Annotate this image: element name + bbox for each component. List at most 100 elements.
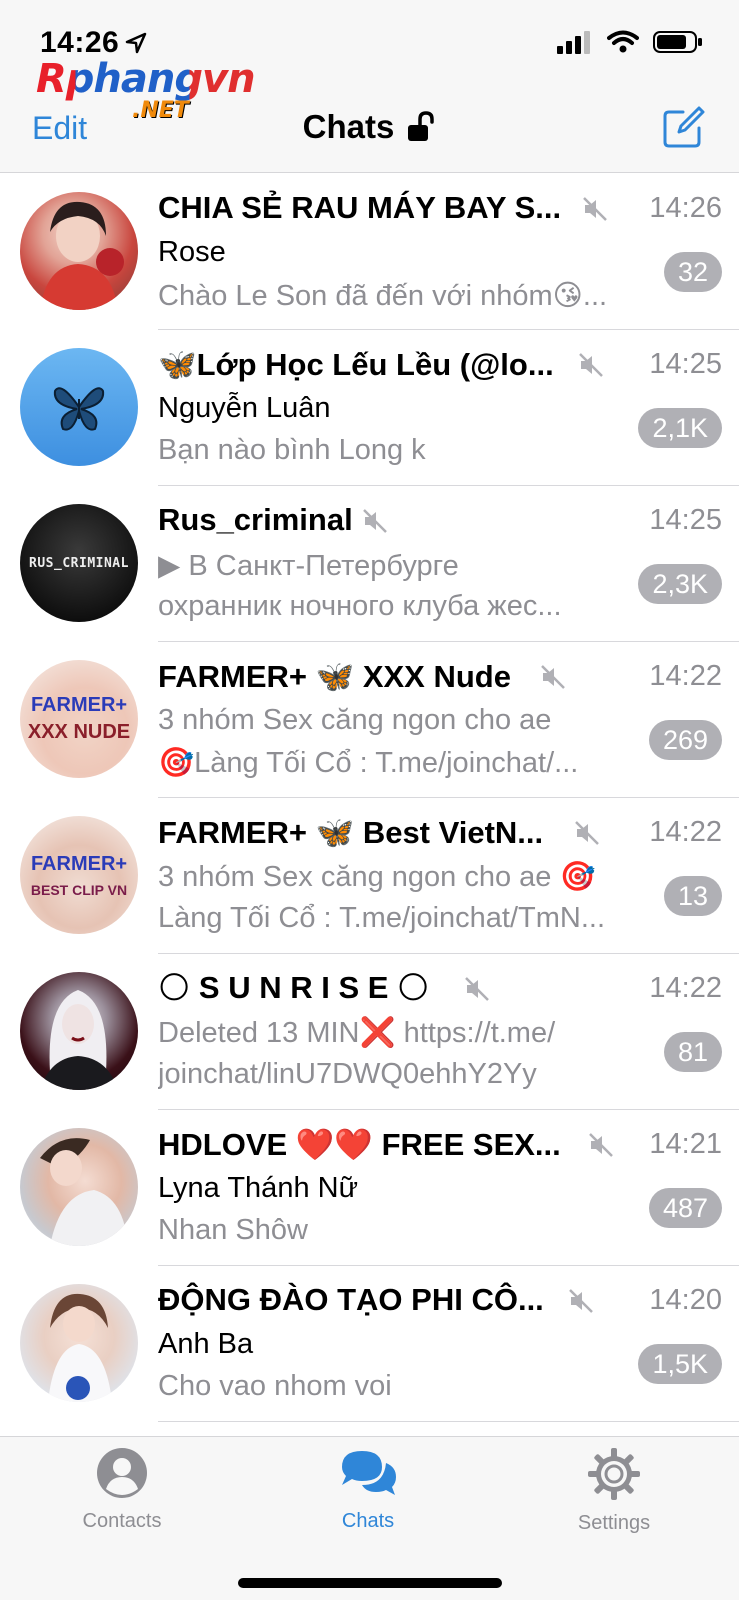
chat-row-content: FARMER+ 🦋 Best VietN... 14:22 3 nhóm Sex… <box>158 798 739 954</box>
chat-preview-line-2: Làng Tối Cổ : T.me/joinchat/TmN... <box>158 902 606 934</box>
chat-time: 14:22 <box>649 816 722 848</box>
chat-row-content: ĐỘNG ĐÀO TẠO PHI CÔ... 14:20 Anh Ba Cho … <box>158 1266 739 1422</box>
chat-time: 14:26 <box>649 192 722 224</box>
chat-avatar: RUS_CRIMINAL <box>20 504 138 622</box>
wifi-icon <box>607 30 639 53</box>
unlocked-padlock-icon[interactable] <box>406 111 436 143</box>
chat-sender: Rose <box>158 236 226 268</box>
chat-title: ĐỘNG ĐÀO TẠO PHI CÔ... <box>158 1282 544 1317</box>
chat-title: 🌕 S U N R I S E 🌕 <box>158 970 430 1005</box>
chat-row[interactable]: ĐỘNG ĐÀO TẠO PHI CÔ... 14:20 Anh Ba Cho … <box>0 1266 739 1422</box>
chat-preview-line-1: 3 nhóm Sex căng ngon cho ae 🎯 <box>158 861 596 893</box>
chat-row-content: FARMER+ 🦋 XXX Nude 14:22 3 nhóm Sex căng… <box>158 642 739 798</box>
watermark-logo: Rphangvn .NET <box>36 56 256 123</box>
chat-avatar <box>20 972 138 1090</box>
chat-time: 14:22 <box>649 660 722 692</box>
chat-preview-line-2: 🎯Làng Tối Cổ : T.me/joinchat/... <box>158 747 579 779</box>
status-bar-time: 14:26 <box>40 26 147 60</box>
chat-row[interactable]: 🦋Lớp Học Lếu Lều (@lo... 14:25 Nguyễn Lu… <box>0 330 739 486</box>
tab-contacts[interactable]: Contacts <box>62 1447 182 1533</box>
chat-row[interactable]: 🌕 S U N R I S E 🌕 14:22 Deleted 13 MIN❌ … <box>0 954 739 1110</box>
unread-badge: 1,5K <box>638 1344 722 1384</box>
avatar-label: BEST CLIP VN <box>30 881 128 898</box>
chat-row-content: HDLOVE ❤️❤️ FREE SEX... 14:21 Lyna Thánh… <box>158 1110 739 1266</box>
tab-settings[interactable]: Settings <box>554 1447 674 1535</box>
chat-preview-line-1: 3 nhóm Sex căng ngon cho ae <box>158 704 552 736</box>
chat-row-content: CHIA SẺ RAU MÁY BAY S... 14:26 Rose Chào… <box>158 174 739 330</box>
muted-speaker-icon <box>569 1289 593 1313</box>
home-indicator[interactable] <box>238 1578 502 1588</box>
chat-title: Rus_criminal <box>158 502 353 537</box>
battery-icon <box>653 31 702 53</box>
chat-time: 14:25 <box>649 348 722 380</box>
chat-sender: Lyna Thánh Nữ <box>158 1172 358 1204</box>
muted-speaker-icon <box>583 197 607 221</box>
chat-row-content: 🌕 S U N R I S E 🌕 14:22 Deleted 13 MIN❌ … <box>158 954 739 1110</box>
unread-badge: 2,3K <box>638 564 722 604</box>
unread-badge: 81 <box>663 1032 722 1072</box>
chat-title: CHIA SẺ RAU MÁY BAY S... <box>158 190 562 225</box>
chat-title: FARMER+ 🦋 Best VietN... <box>158 815 544 850</box>
unread-badge: 487 <box>648 1188 722 1228</box>
chat-row-content: Rus_criminal 14:25 ▶ В Санкт-Петербурге … <box>158 486 739 642</box>
chat-preview-line-1: Deleted 13 MIN❌ https://t.me/ <box>158 1017 556 1049</box>
muted-speaker-icon <box>465 977 489 1001</box>
compose-icon[interactable] <box>661 106 705 150</box>
unread-badge: 13 <box>663 876 722 916</box>
tab-chats[interactable]: Chats <box>308 1447 428 1533</box>
chat-time: 14:25 <box>649 504 722 536</box>
avatar-photo-icon <box>40 1138 128 1246</box>
muted-speaker-icon <box>589 1133 613 1157</box>
chat-preview-line-1: ▶ В Санкт-Петербурге <box>158 550 459 582</box>
chat-sender: Anh Ba <box>158 1328 254 1360</box>
chat-avatar <box>20 1128 138 1246</box>
chat-bubbles-icon <box>342 1451 396 1495</box>
muted-speaker-icon <box>579 353 603 377</box>
cellular-signal-icon <box>557 31 590 54</box>
unread-badge: 269 <box>648 720 722 760</box>
chat-preview: Bạn nào bình Long k <box>158 434 426 466</box>
gear-icon <box>588 1448 640 1500</box>
location-arrow-icon <box>125 32 147 54</box>
chat-time: 14:20 <box>649 1284 722 1316</box>
chat-list: CHIA SẺ RAU MÁY BAY S... 14:26 Rose Chào… <box>0 174 739 1422</box>
chat-avatar <box>20 348 138 466</box>
butterfly-icon <box>53 387 105 431</box>
muted-speaker-icon <box>541 665 565 689</box>
avatar-label: FARMER+ <box>30 852 128 875</box>
chat-row[interactable]: FARMER+ BEST CLIP VN FARMER+ 🦋 Best Viet… <box>0 798 739 954</box>
chat-preview-line-2: joinchat/linU7DWQ0ehhY2Yy <box>158 1058 537 1090</box>
chat-row[interactable]: CHIA SẺ RAU MÁY BAY S... 14:26 Rose Chào… <box>0 174 739 330</box>
chat-avatar: FARMER+ BEST CLIP VN <box>20 816 138 934</box>
chat-title: FARMER+ 🦋 XXX Nude <box>158 659 511 694</box>
navigation-header: 14:26 Rphangvn .NET Edit Chats <box>0 0 739 173</box>
avatar-photo-icon <box>40 990 118 1090</box>
chat-title: 🦋Lớp Học Lếu Lều (@lo... <box>158 347 554 382</box>
chat-row[interactable]: HDLOVE ❤️❤️ FREE SEX... 14:21 Lyna Thánh… <box>0 1110 739 1266</box>
chat-preview: Cho vao nhom voi <box>158 1370 392 1402</box>
chat-time: 14:22 <box>649 972 722 1004</box>
unread-badge: 2,1K <box>638 408 722 448</box>
avatar-label: FARMER+ <box>30 694 128 716</box>
person-icon <box>97 1448 147 1498</box>
avatar-label: XXX NUDE <box>27 721 131 743</box>
avatar-photo-icon <box>40 201 124 310</box>
status-bar-indicators <box>557 30 703 54</box>
chat-sender: Nguyễn Luân <box>158 392 331 424</box>
page-title: Chats <box>0 108 739 146</box>
chat-avatar: FARMER+ XXX NUDE <box>20 660 138 778</box>
muted-speaker-icon <box>363 509 387 533</box>
chat-row[interactable]: RUS_CRIMINAL Rus_criminal 14:25 ▶ В Санк… <box>0 486 739 642</box>
chat-preview-line-2: охранник ночного клуба жес... <box>158 590 562 622</box>
chat-row-content: 🦋Lớp Học Lếu Lều (@lo... 14:25 Nguyễn Lu… <box>158 330 739 486</box>
chat-avatar <box>20 1284 138 1402</box>
chat-avatar <box>20 192 138 310</box>
avatar-photo-icon <box>48 1293 112 1402</box>
chat-title: HDLOVE ❤️❤️ FREE SEX... <box>158 1127 561 1162</box>
chat-preview: Chào Le Son đã đến với nhóm😘... <box>158 280 608 312</box>
chat-preview: Nhan Shôw <box>158 1214 308 1246</box>
tab-bar: Contacts Chats Settings <box>0 1436 739 1600</box>
chat-row[interactable]: FARMER+ XXX NUDE FARMER+ 🦋 XXX Nude 14:2… <box>0 642 739 798</box>
muted-speaker-icon <box>575 821 599 845</box>
unread-badge: 32 <box>663 252 722 292</box>
